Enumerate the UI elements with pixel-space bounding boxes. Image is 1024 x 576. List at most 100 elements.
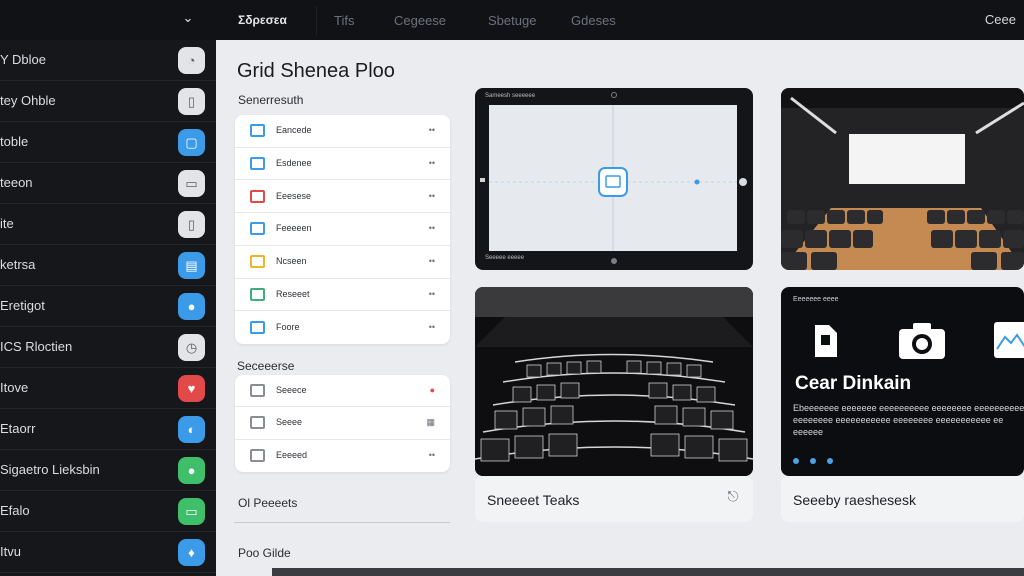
list-item[interactable]: Eeesese ••	[235, 180, 450, 214]
sidebar-item[interactable]: teeon ▭	[0, 163, 216, 204]
sidebar-item[interactable]: ite ▯	[0, 204, 216, 245]
sidebar-item-label: ite	[0, 216, 14, 231]
caption-card-2[interactable]: Seeeby raeshesesk	[781, 476, 1024, 522]
sidebar-item[interactable]: Efalo ▭	[0, 491, 216, 532]
sidebar-item-label: Itvu	[0, 544, 21, 559]
list-item-label: Seeece	[276, 385, 307, 396]
promo-title: Cear Dinkain	[795, 373, 912, 394]
section-title-4: Poo Gilde	[238, 546, 291, 560]
sidebar-item-label: Etaorr	[0, 421, 36, 436]
sidebar-item[interactable]: Itove ♥	[0, 368, 216, 409]
chat-icon[interactable]: ●	[178, 293, 205, 320]
carousel-dot-2[interactable]	[810, 458, 816, 464]
list-item[interactable]: Eancede ••	[235, 115, 450, 148]
auditorium-photo-tile[interactable]	[781, 88, 1024, 270]
list-item-trailing[interactable]: ••	[429, 256, 435, 266]
sidebar-item[interactable]: Y Dbloe ◔	[0, 40, 216, 81]
camera-icon	[899, 323, 945, 359]
list-item[interactable]: Ncseen ••	[235, 246, 450, 279]
list-item-trailing[interactable]: ••	[429, 289, 435, 299]
list-item[interactable]: Feeeeen ••	[235, 213, 450, 246]
app-icon[interactable]: ▢	[178, 129, 205, 156]
device-icon[interactable]: ▯	[178, 88, 205, 115]
list-item-trailing[interactable]: ▦	[426, 417, 435, 428]
sidebar-item[interactable]: tey Ohble ▯	[0, 81, 216, 122]
tile-top-label: Sameesh seeeeee	[485, 93, 536, 99]
tab-3[interactable]: Sbetuge	[488, 13, 536, 28]
main-content: Grid Shenea Ploo Senerresuth Eancede •• Es…	[216, 40, 1024, 576]
tab-divider	[316, 6, 317, 36]
list-item-icon	[250, 124, 265, 138]
list-item-trailing[interactable]: ••	[429, 322, 435, 332]
divider	[234, 522, 450, 523]
sidebar-item[interactable]: Sigaetro Lieksbin ●	[0, 450, 216, 491]
list-item-icon	[250, 448, 265, 462]
sidebar-item[interactable]: Eretigot ●	[0, 286, 216, 327]
sidebar-item[interactable]: ketrsa ▤	[0, 245, 216, 286]
carousel-dot-1[interactable]	[793, 458, 799, 464]
list-item-label: Eeesese	[276, 190, 312, 201]
message-icon[interactable]: ●	[178, 457, 205, 484]
list-item-trailing[interactable]: ••	[429, 125, 435, 135]
list-item-label: Eancede	[276, 125, 312, 136]
chat-icon[interactable]: ◐	[178, 416, 205, 443]
sidebar: Y Dbloe ◔ tey Ohble ▯ toble ▢ teeon ▭ ite ▯ ketrsa…	[0, 40, 216, 576]
list-item[interactable]: Esdenee ••	[235, 148, 450, 181]
bottom-dot	[611, 258, 617, 264]
tile-bottom-label: Seeeee eeeee	[485, 255, 525, 261]
sidebar-item[interactable]: ICS Rloctien ◷	[0, 327, 216, 368]
home-button-icon[interactable]	[739, 178, 747, 186]
bottom-toolbar	[272, 568, 1024, 576]
list-item-trailing[interactable]: ●	[430, 385, 435, 395]
list-item-label: Esdenee	[276, 158, 312, 169]
sidebar-item[interactable]: Itvu ♦	[0, 532, 216, 573]
sidebar-item[interactable]: toble ▢	[0, 122, 216, 163]
list-item-trailing[interactable]: ••	[429, 191, 435, 201]
clock-icon[interactable]: ◷	[178, 334, 205, 361]
carousel-dot-3[interactable]	[827, 458, 833, 464]
promo-tile[interactable]: Eeeeeee eeee Cear Dinkain Ebeeeeeee eeee…	[781, 287, 1024, 476]
doc-icon[interactable]: ▤	[178, 252, 205, 279]
list-item[interactable]: Foore ••	[235, 311, 450, 344]
list-item-icon	[250, 384, 265, 398]
list-item[interactable]: Seeece ●	[235, 375, 450, 408]
page-icon	[815, 325, 837, 357]
section-title-2: Seceeerse	[237, 359, 295, 373]
sidebar-item-label: toble	[0, 134, 29, 149]
list-item[interactable]: Eeeeed ••	[235, 440, 450, 472]
list-item-icon	[250, 157, 265, 171]
keyboard-icon[interactable]: ▭	[178, 170, 205, 197]
sidebar-item-label: Itove	[0, 380, 29, 395]
caption-text-2: Seeeby raeshesesk	[793, 492, 916, 508]
tablet-preview-tile[interactable]: Sameesh seeeeee Seeeee eeeee	[475, 88, 753, 270]
caption-card-1[interactable]: Sneeeet Teaks ⎋	[475, 476, 753, 522]
tab-0[interactable]: Σδρεσεα	[238, 13, 287, 27]
tab-4[interactable]: Gdeses	[571, 13, 616, 28]
dark-auditorium-tile[interactable]	[475, 287, 753, 476]
list-item[interactable]: Seeee ▦	[235, 407, 450, 440]
list-item-trailing[interactable]: ••	[429, 158, 435, 168]
promo-label: Eeeeeee eeee	[793, 296, 839, 303]
topbar-right-label[interactable]: Ceee	[985, 12, 1016, 27]
sidebar-item-label: ICS Rloctien	[0, 339, 73, 354]
list-item-label: Feeeeen	[276, 223, 312, 234]
sidebar-item[interactable]: Etaorr ◐	[0, 409, 216, 450]
tab-2[interactable]: Cegeese	[394, 13, 446, 28]
page-title: Grid Shenea Ploo	[237, 60, 395, 82]
phone-icon[interactable]: ▯	[178, 211, 205, 238]
list-item[interactable]: Reseeet ••	[235, 279, 450, 312]
side-button	[480, 178, 485, 182]
note-icon[interactable]: ◔	[178, 47, 205, 74]
heart-icon[interactable]: ♥	[178, 375, 205, 402]
list-item-trailing[interactable]: ••	[429, 223, 435, 233]
list-item-trailing[interactable]: ••	[429, 450, 435, 460]
tooth-icon[interactable]: ♦	[178, 539, 205, 566]
share-icon[interactable]: ⎋	[723, 488, 743, 506]
sidebar-item-label: Efalo	[0, 503, 30, 518]
tab-1[interactable]: Tifs	[334, 13, 354, 28]
tablet-screen	[489, 105, 737, 251]
chevron-down-icon[interactable]: ⌄	[178, 10, 198, 28]
chat-icon[interactable]: ▭	[178, 498, 205, 525]
dark-auditorium-image	[475, 287, 753, 476]
list-card-1: Eancede •• Esdenee •• Eeesese •• Feeeeen •• Ncse…	[235, 115, 450, 344]
